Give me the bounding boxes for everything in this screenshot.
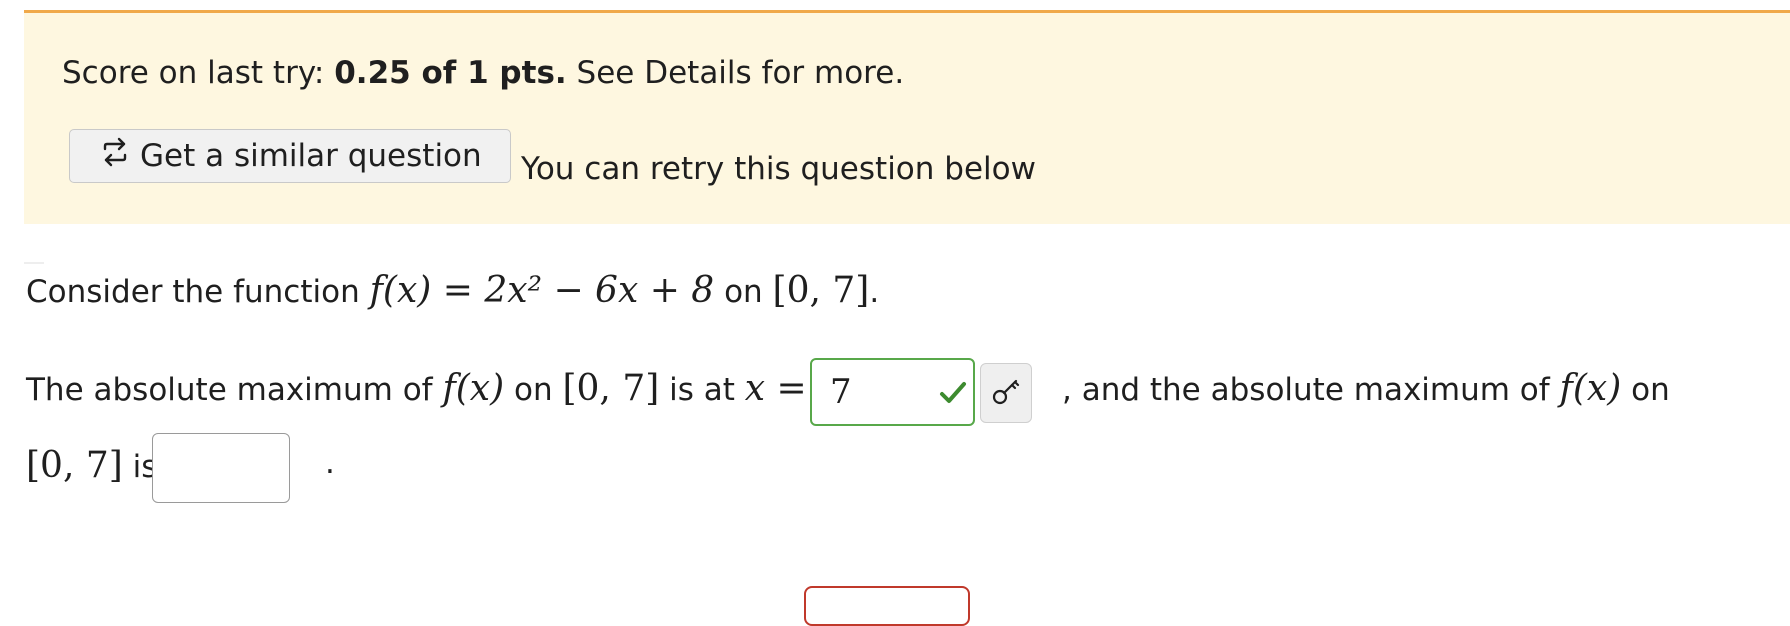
score-value: 0.25 of 1 pts.: [334, 55, 567, 91]
interval: [0, 7]: [562, 368, 660, 409]
get-similar-question-button[interactable]: Get a similar question: [69, 129, 511, 183]
divider: [24, 262, 44, 264]
interval: [0, 7]: [772, 270, 870, 311]
similar-button-label: Get a similar question: [140, 138, 482, 174]
function-expression: f(x) = 2x² − 6x + 8: [369, 270, 715, 311]
sentence-period: .: [325, 445, 335, 481]
function-name: f(x): [442, 368, 505, 409]
interval: [0, 7]: [26, 445, 123, 486]
answer-value[interactable]: 7: [830, 372, 852, 412]
answer-input-max-value[interactable]: [152, 433, 290, 503]
question-text: , and the absolute maximum of: [1062, 372, 1560, 408]
score-prefix: Score on last try:: [62, 55, 335, 91]
question-text: Consider the function: [26, 274, 370, 310]
question-line-3: [0, 7] is: [26, 445, 157, 486]
submit-button[interactable]: [804, 586, 970, 626]
check-icon: [939, 380, 967, 410]
score-banner: Score on last try: 0.25 of 1 pts. See De…: [24, 10, 1790, 224]
show-answer-key-button[interactable]: [980, 363, 1032, 423]
question-text: .: [869, 274, 880, 310]
score-suffix: See Details for more.: [566, 55, 905, 91]
retry-text: You can retry this question below: [521, 151, 1036, 187]
question-text: is at: [659, 372, 745, 408]
question-text: on: [1621, 372, 1670, 408]
question-text: on: [714, 274, 773, 310]
answer-input-max-x[interactable]: 7: [810, 358, 975, 426]
question-line-1: Consider the function f(x) = 2x² − 6x + …: [26, 270, 879, 311]
question-text: The absolute maximum of: [26, 372, 443, 408]
x-equals: x =: [744, 368, 807, 409]
score-line: Score on last try: 0.25 of 1 pts. See De…: [62, 55, 904, 91]
question-text: on: [504, 372, 563, 408]
question-line-2-continued: , and the absolute maximum of f(x) on: [1062, 368, 1670, 409]
key-icon: [991, 376, 1021, 410]
question-line-2: The absolute maximum of f(x) on [0, 7] i…: [26, 368, 807, 409]
repeat-icon: [100, 137, 140, 175]
function-name: f(x): [1559, 368, 1622, 409]
